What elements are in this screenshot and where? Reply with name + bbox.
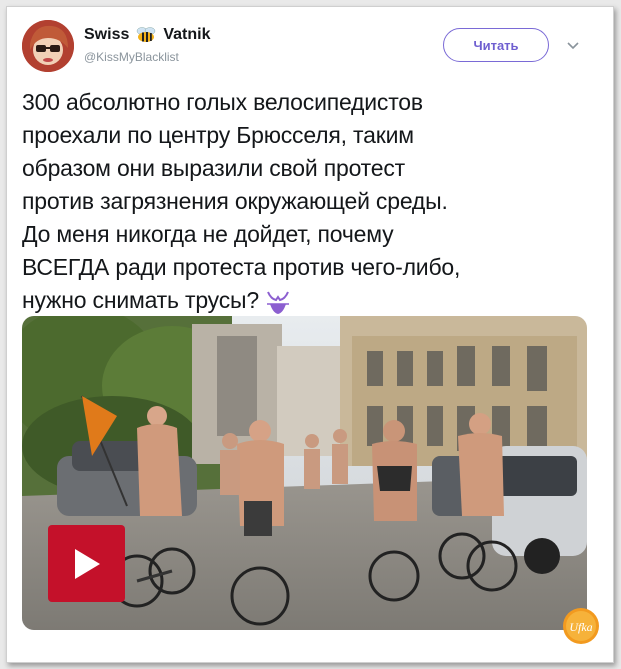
tweet-line-last: нужно снимать трусы?: [22, 284, 592, 317]
chevron-down-icon[interactable]: [566, 38, 580, 50]
play-icon: [74, 548, 100, 579]
tweet-line: нужно снимать трусы?: [22, 287, 259, 313]
bikini-icon: [265, 289, 291, 315]
avatar[interactable]: [22, 20, 74, 72]
author-name-last: Vatnik: [163, 26, 211, 43]
tweet-text: 300 абсолютно голых велосипедистов проех…: [22, 86, 592, 317]
watermark-text: Ufka: [569, 620, 592, 634]
author-name-first: Swiss: [84, 26, 130, 43]
author-name[interactable]: Swiss Vatnik: [84, 26, 211, 44]
author-handle[interactable]: @KissMyBlacklist: [84, 50, 179, 64]
bee-icon: [135, 26, 157, 44]
tweet-line: До меня никогда не дойдет, почему: [22, 221, 394, 247]
tweet-line: 300 абсолютно голых велосипедистов: [22, 89, 423, 115]
follow-button[interactable]: Читать: [443, 28, 549, 62]
tweet-line: проехали по центру Брюсселя, таким: [22, 122, 414, 148]
tweet-line: ВСЕГДА ради протеста против чего-либо,: [22, 254, 461, 280]
tweet-line: против загрязнения окружающей среды.: [22, 188, 448, 214]
tweet-line: образом они выразили свой протест: [22, 155, 405, 181]
ufka-logo: Ufka: [562, 607, 600, 645]
play-button[interactable]: [48, 525, 125, 602]
